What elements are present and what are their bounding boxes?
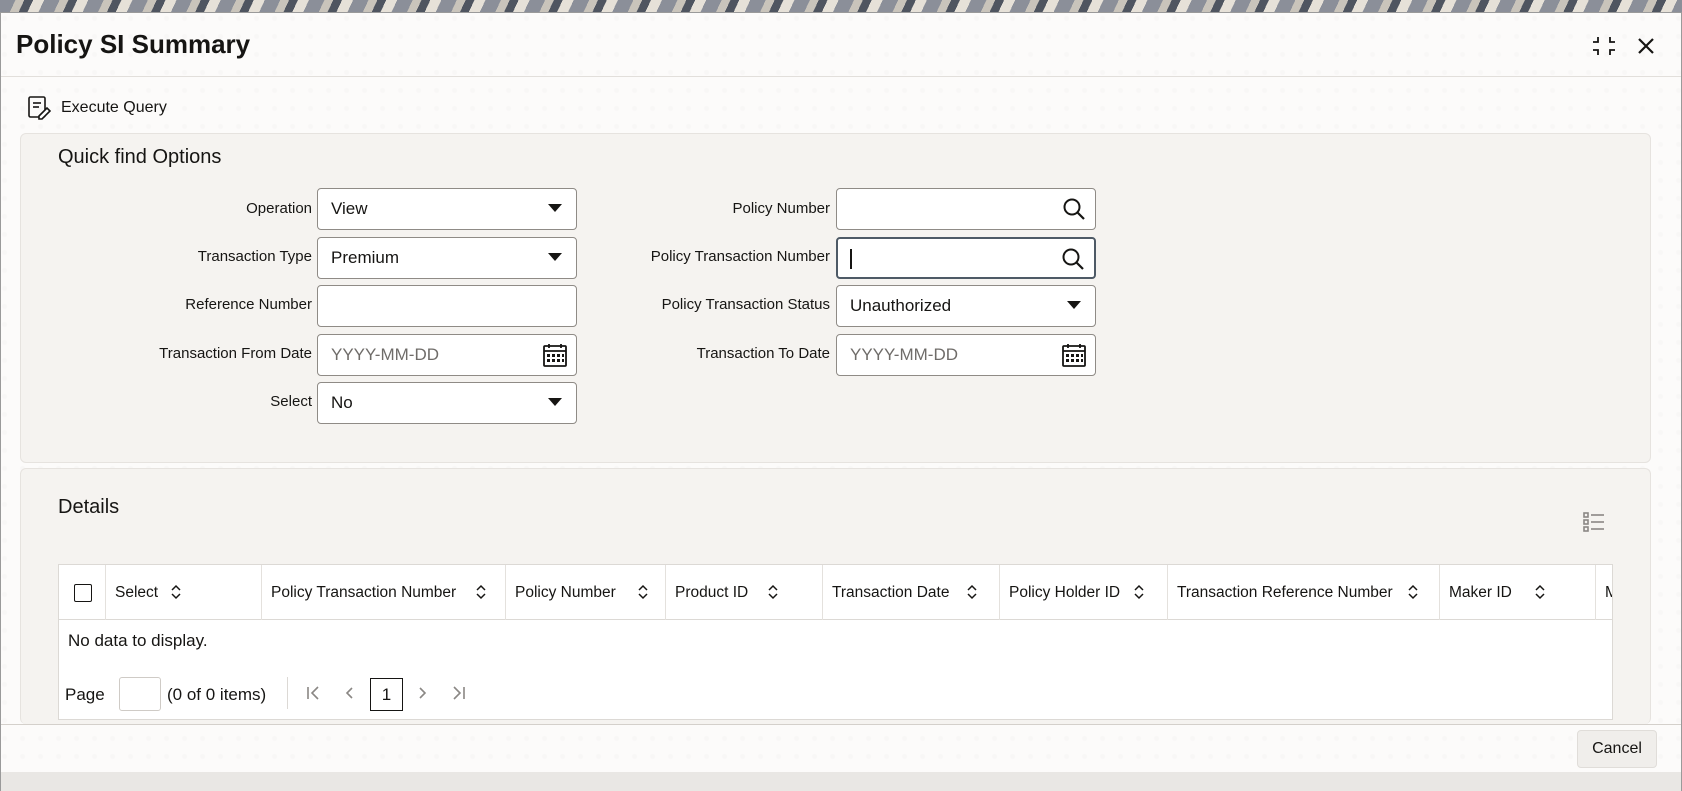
select-all-checkbox[interactable] (74, 584, 92, 602)
column-header-label: Policy Number (515, 583, 616, 601)
bottom-band (1, 772, 1681, 791)
last-page-icon[interactable] (449, 683, 469, 703)
policy-transaction-status-value: Unauthorized (850, 296, 952, 315)
sort-icon (171, 584, 181, 600)
transaction-from-date-input[interactable]: YYYY-MM-DD (317, 334, 577, 376)
cancel-button[interactable]: Cancel (1577, 730, 1657, 768)
pager-divider (287, 677, 288, 709)
transaction-type-select[interactable]: Premium (317, 237, 577, 279)
chevron-down-icon (548, 398, 562, 406)
transaction-from-date-label: Transaction From Date (159, 345, 312, 362)
search-icon[interactable] (1060, 246, 1086, 272)
sort-icon (476, 584, 486, 600)
policy-number-label: Policy Number (732, 200, 830, 217)
quick-find-panel: Quick find Options Operation View Transa… (20, 133, 1651, 463)
sort-icon (1134, 584, 1144, 600)
column-header-label: Maker ID (1449, 583, 1512, 601)
calendar-icon[interactable] (1061, 342, 1087, 368)
next-page-icon[interactable] (413, 683, 433, 703)
empty-table-message: No data to display. (68, 631, 208, 650)
operation-label: Operation (246, 200, 312, 217)
search-icon[interactable] (1061, 196, 1087, 222)
policy-transaction-status-label: Policy Transaction Status (661, 296, 830, 313)
table-header: Select Policy Transaction Number Policy … (59, 565, 1612, 620)
sort-icon (967, 584, 977, 600)
details-table: Select Policy Transaction Number Policy … (58, 564, 1613, 720)
column-header-label: Transaction Reference Number (1177, 583, 1393, 601)
execute-query-icon (28, 96, 51, 120)
column-header-maker-id[interactable]: Maker ID (1439, 565, 1595, 620)
select-value: No (331, 393, 353, 412)
column-header-select[interactable]: Select (105, 565, 261, 620)
first-page-icon[interactable] (303, 683, 323, 703)
page-number-input[interactable] (119, 677, 161, 711)
page-title: Policy SI Summary (16, 29, 251, 59)
column-settings-icon[interactable] (1582, 510, 1606, 534)
column-header-transaction-reference-number[interactable]: Transaction Reference Number (1167, 565, 1439, 620)
operation-value: View (331, 199, 368, 218)
column-header-product-id[interactable]: Product ID (665, 565, 822, 620)
current-page-button[interactable]: 1 (370, 678, 403, 711)
column-header-label: Product ID (675, 583, 749, 601)
policy-transaction-number-label: Policy Transaction Number (650, 248, 830, 265)
policy-transaction-status-select[interactable]: Unauthorized (836, 285, 1096, 327)
column-header-policy-transaction-number[interactable]: Policy Transaction Number (261, 565, 505, 620)
background-banner (0, 0, 1682, 12)
column-header-label: Transaction Date (832, 583, 950, 601)
column-header-truncated[interactable]: M (1595, 565, 1612, 620)
column-header-policy-number[interactable]: Policy Number (505, 565, 665, 620)
column-header-transaction-date[interactable]: Transaction Date (822, 565, 999, 620)
details-title: Details (58, 496, 120, 518)
close-icon[interactable] (1631, 31, 1661, 61)
sort-icon (638, 584, 648, 600)
pagination: Page (0 of 0 items) 1 (59, 673, 1612, 713)
operation-select[interactable]: View (317, 188, 577, 230)
reference-number-label: Reference Number (185, 296, 312, 313)
transaction-to-date-placeholder: YYYY-MM-DD (850, 345, 958, 364)
policy-number-input[interactable] (836, 188, 1096, 230)
transaction-to-date-input[interactable]: YYYY-MM-DD (836, 334, 1096, 376)
select-label: Select (270, 393, 312, 410)
transaction-type-label: Transaction Type (197, 248, 312, 265)
column-header-policy-holder-id[interactable]: Policy Holder ID (999, 565, 1167, 620)
sort-icon (1535, 584, 1545, 600)
column-header-label: M (1605, 584, 1612, 602)
chevron-down-icon (1067, 301, 1081, 309)
transaction-to-date-label: Transaction To Date (696, 345, 830, 362)
execute-query-button[interactable]: Execute Query (27, 93, 167, 123)
execute-query-label: Execute Query (61, 99, 167, 116)
transaction-from-date-placeholder: YYYY-MM-DD (331, 345, 439, 364)
transaction-type-value: Premium (331, 248, 400, 267)
calendar-icon[interactable] (542, 342, 568, 368)
select-select[interactable]: No (317, 382, 577, 424)
policy-si-summary-window: Policy SI Summary Execute Query Quick fi… (0, 12, 1682, 791)
minimize-icon[interactable] (1589, 31, 1619, 61)
chevron-down-icon (548, 253, 562, 261)
title-bar: Policy SI Summary (1, 13, 1681, 77)
quick-find-title: Quick find Options (58, 146, 222, 168)
sort-icon (768, 584, 778, 600)
column-header-label: Policy Transaction Number (271, 583, 457, 601)
policy-transaction-number-input[interactable] (836, 237, 1096, 279)
item-count: (0 of 0 items) (167, 685, 267, 704)
previous-page-icon[interactable] (339, 683, 359, 703)
text-cursor (850, 249, 852, 269)
column-header-label: Select (115, 583, 159, 601)
reference-number-input[interactable] (317, 285, 577, 327)
chevron-down-icon (548, 204, 562, 212)
column-header-label: Policy Holder ID (1009, 583, 1121, 601)
sort-icon (1408, 584, 1418, 600)
page-label: Page (65, 685, 105, 704)
